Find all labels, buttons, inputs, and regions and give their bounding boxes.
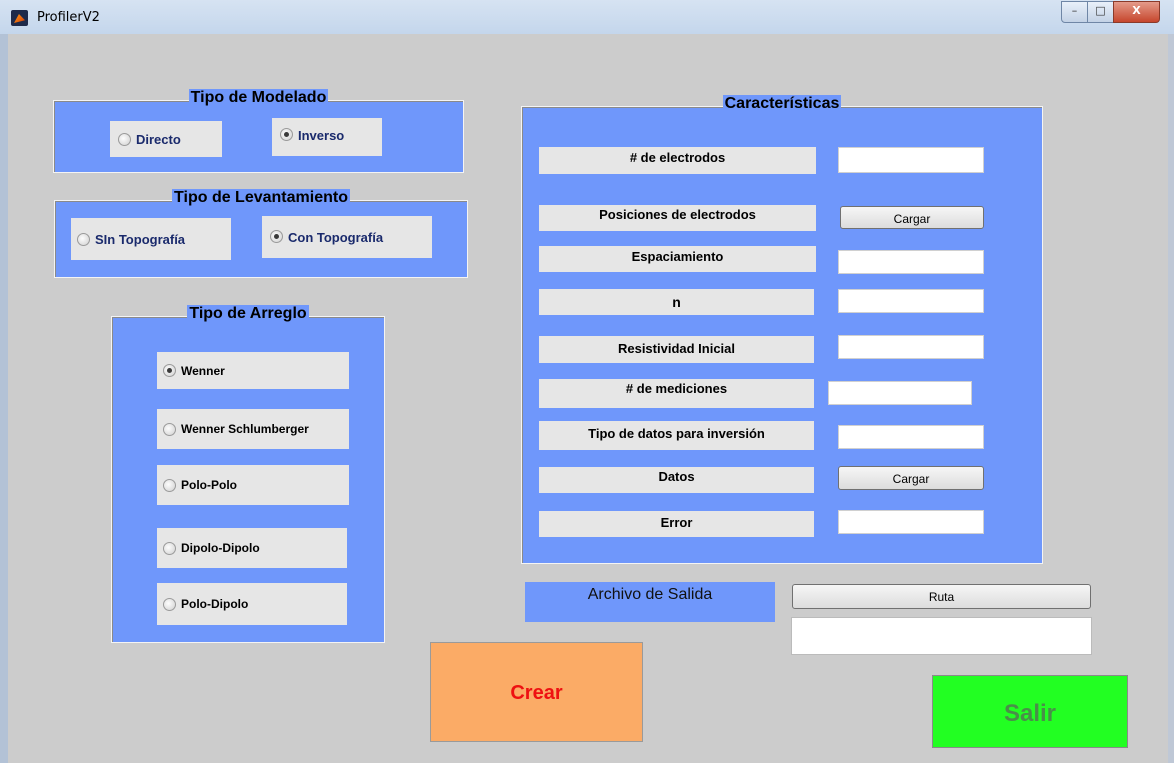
label-espaciamiento: Espaciamiento xyxy=(539,246,816,272)
input-archivo-salida[interactable] xyxy=(791,617,1092,655)
crear-button[interactable]: Crear xyxy=(430,642,643,742)
title-bar: ProfilerV2 – □ X xyxy=(0,0,1174,34)
radio-button-icon xyxy=(163,478,176,492)
panel-title-arreglo: Tipo de Arreglo xyxy=(187,305,309,322)
radio-sin-topografia[interactable]: SIn Topografía xyxy=(71,218,231,260)
radio-label: Con Topografía xyxy=(288,230,384,245)
label-error: Error xyxy=(539,511,814,537)
radio-polo-dipolo[interactable]: Polo-Dipolo xyxy=(157,583,347,625)
input-num-electrodos[interactable] xyxy=(838,147,984,173)
radio-label: Directo xyxy=(136,131,181,147)
input-tipo-datos-inversion[interactable] xyxy=(838,425,984,449)
radio-con-topografia[interactable]: Con Topografía xyxy=(262,216,432,258)
ruta-button[interactable]: Ruta xyxy=(792,584,1091,609)
radio-label: SIn Topografía xyxy=(95,231,186,247)
close-button[interactable]: X xyxy=(1113,1,1160,23)
radio-inverso[interactable]: Inverso xyxy=(272,118,382,156)
panel-tipo-levantamiento: Tipo de Levantamiento SIn Topografía Con… xyxy=(54,189,468,278)
radio-label: Polo-Polo xyxy=(181,478,237,492)
label-archivo-salida: Archivo de Salida xyxy=(525,582,775,622)
window-left-edge xyxy=(0,34,8,763)
label-posiciones-electrodos: Posiciones de electrodos xyxy=(539,205,816,231)
radio-polo-polo[interactable]: Polo-Polo xyxy=(157,465,349,505)
panel-title-caracteristicas: Características xyxy=(722,95,842,112)
label-num-mediciones: # de mediciones xyxy=(539,379,814,408)
radio-button-icon xyxy=(163,541,176,555)
radio-wenner-schlumberger[interactable]: Wenner Schlumberger xyxy=(157,409,349,449)
window-title: ProfilerV2 xyxy=(37,10,100,25)
radio-button-icon xyxy=(118,132,131,146)
radio-label: Wenner xyxy=(181,363,225,378)
label-num-electrodos: # de electrodos xyxy=(539,147,816,174)
input-resistividad-inicial[interactable] xyxy=(838,335,984,359)
radio-directo[interactable]: Directo xyxy=(110,121,222,157)
radio-button-icon xyxy=(77,232,90,246)
panel-title-levantamiento: Tipo de Levantamiento xyxy=(172,189,350,206)
minimize-button[interactable]: – xyxy=(1061,1,1088,23)
cargar-datos-button[interactable]: Cargar xyxy=(838,466,984,490)
radio-button-selected-icon xyxy=(163,364,176,377)
label-datos: Datos xyxy=(539,467,814,493)
input-espaciamiento[interactable] xyxy=(838,250,984,274)
radio-wenner[interactable]: Wenner xyxy=(157,352,349,389)
radio-dipolo-dipolo[interactable]: Dipolo-Dipolo xyxy=(157,528,347,568)
panel-title-modelado: Tipo de Modelado xyxy=(188,89,329,106)
radio-button-selected-icon xyxy=(270,230,283,243)
label-resistividad-inicial: Resistividad Inicial xyxy=(539,336,814,363)
radio-button-icon xyxy=(163,597,176,611)
maximize-button[interactable]: □ xyxy=(1087,1,1114,23)
radio-button-selected-icon xyxy=(280,128,293,141)
radio-label: Dipolo-Dipolo xyxy=(181,541,260,555)
salir-button[interactable]: Salir xyxy=(932,675,1128,748)
panel-caracteristicas: Características # de electrodos Posicion… xyxy=(521,95,1043,564)
cargar-posiciones-button[interactable]: Cargar xyxy=(840,206,984,229)
panel-tipo-arreglo: Tipo de Arreglo Wenner Wenner Schlumberg… xyxy=(111,305,385,643)
radio-label: Polo-Dipolo xyxy=(181,597,249,611)
label-tipo-datos-inversion: Tipo de datos para inversión xyxy=(539,421,814,450)
input-num-mediciones[interactable] xyxy=(828,381,972,405)
label-n: n xyxy=(539,289,814,315)
radio-button-icon xyxy=(163,422,176,436)
panel-tipo-modelado: Tipo de Modelado Directo Inverso xyxy=(53,89,464,173)
radio-label: Wenner Schlumberger xyxy=(181,422,309,436)
matlab-icon xyxy=(11,10,28,26)
input-error[interactable] xyxy=(838,510,984,534)
input-n[interactable] xyxy=(838,289,984,313)
radio-label: Inverso xyxy=(298,128,345,143)
